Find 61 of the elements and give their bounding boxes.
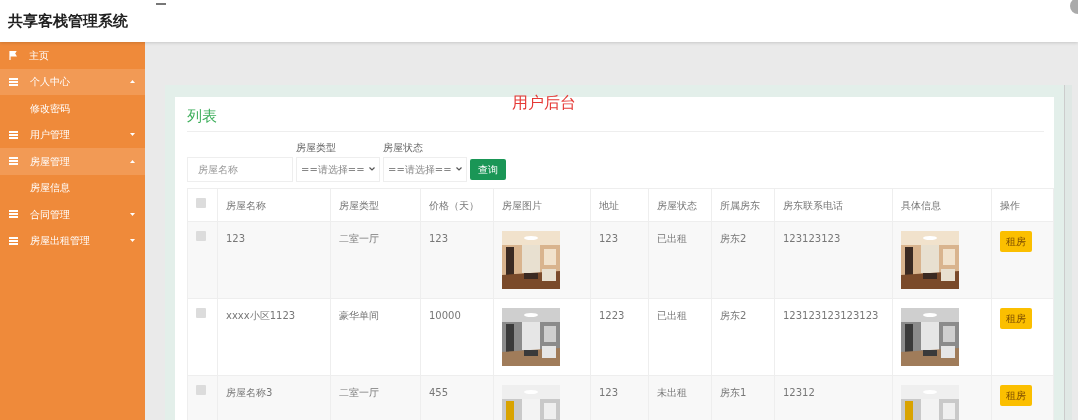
- column-header: 房屋图片: [493, 188, 591, 221]
- sidebar-item[interactable]: 主页: [0, 42, 145, 69]
- table-cell: 123: [217, 221, 331, 298]
- rent-button[interactable]: 租房: [1000, 384, 1032, 406]
- search-field[interactable]: 房屋名称: [187, 156, 293, 182]
- column-header: 价格（天）: [420, 188, 494, 221]
- table-cell: 123: [420, 221, 494, 298]
- sidebar-item[interactable]: 个人中心: [0, 68, 145, 95]
- menu-icon[interactable]: [156, 2, 166, 6]
- select-field[interactable]: ==请选择==: [296, 156, 380, 182]
- table-cell: 123123123: [774, 221, 893, 298]
- sidebar-item[interactable]: 房屋出租管理: [0, 227, 145, 254]
- table-cell: 10000: [420, 298, 494, 375]
- list-icon: [9, 130, 18, 139]
- checkbox[interactable]: [196, 307, 206, 318]
- table-cell: 123: [590, 221, 649, 298]
- field-label: 房屋状态: [383, 140, 424, 155]
- column-header: 房屋类型: [330, 188, 421, 221]
- table-cell: 房东2: [711, 221, 775, 298]
- list-icon: [9, 77, 18, 86]
- sidebar-item[interactable]: 房屋管理: [0, 148, 145, 175]
- scrollbar[interactable]: [1064, 85, 1072, 420]
- chevron-icon: [369, 167, 375, 171]
- checkbox[interactable]: [196, 230, 206, 241]
- caret-icon: [130, 159, 135, 163]
- table-cell: 已出租: [648, 298, 712, 375]
- checkbox[interactable]: [196, 197, 206, 208]
- table-cell: 房东2: [711, 298, 775, 375]
- caret-icon: [130, 133, 135, 137]
- sidebar-subitem[interactable]: 修改密码: [0, 95, 145, 122]
- caret-icon: [130, 212, 135, 216]
- rent-button[interactable]: 租房: [1000, 230, 1032, 252]
- flag-icon: [9, 50, 17, 60]
- table-cell: 已出租: [648, 221, 712, 298]
- caret-icon: [130, 239, 135, 243]
- sidebar-item[interactable]: 合同管理: [0, 201, 145, 228]
- column-header: 所属房东: [711, 188, 775, 221]
- column-header: 具体信息: [892, 188, 992, 221]
- rent-button[interactable]: 租房: [1000, 307, 1032, 329]
- select-field[interactable]: ==请选择==: [383, 156, 467, 182]
- sidebar-item[interactable]: 用户管理: [0, 121, 145, 148]
- chevron-icon: [456, 167, 462, 171]
- search-button[interactable]: 查询: [470, 158, 506, 180]
- table-cell: xxxx小区1123: [217, 298, 331, 375]
- list-icon: [9, 236, 18, 245]
- table-cell: 123123123123123: [774, 298, 893, 375]
- column-header: 房东联系电话: [774, 188, 893, 221]
- table-cell: 1223: [590, 298, 649, 375]
- list-icon: [9, 210, 18, 219]
- checkbox[interactable]: [196, 384, 206, 395]
- table-cell: 二室一厅: [330, 221, 421, 298]
- column-header: 房屋名称: [217, 188, 331, 221]
- caret-icon: [130, 80, 135, 84]
- sidebar-subitem[interactable]: 房屋信息: [0, 174, 145, 201]
- app-title: 共享客栈管理系统: [8, 11, 128, 32]
- column-header: 操作: [991, 188, 1054, 221]
- list-icon: [9, 157, 18, 166]
- column-header: 房屋状态: [648, 188, 712, 221]
- column-header: 地址: [590, 188, 649, 221]
- field-label: 房屋类型: [296, 140, 337, 155]
- table-cell: 豪华单间: [330, 298, 421, 375]
